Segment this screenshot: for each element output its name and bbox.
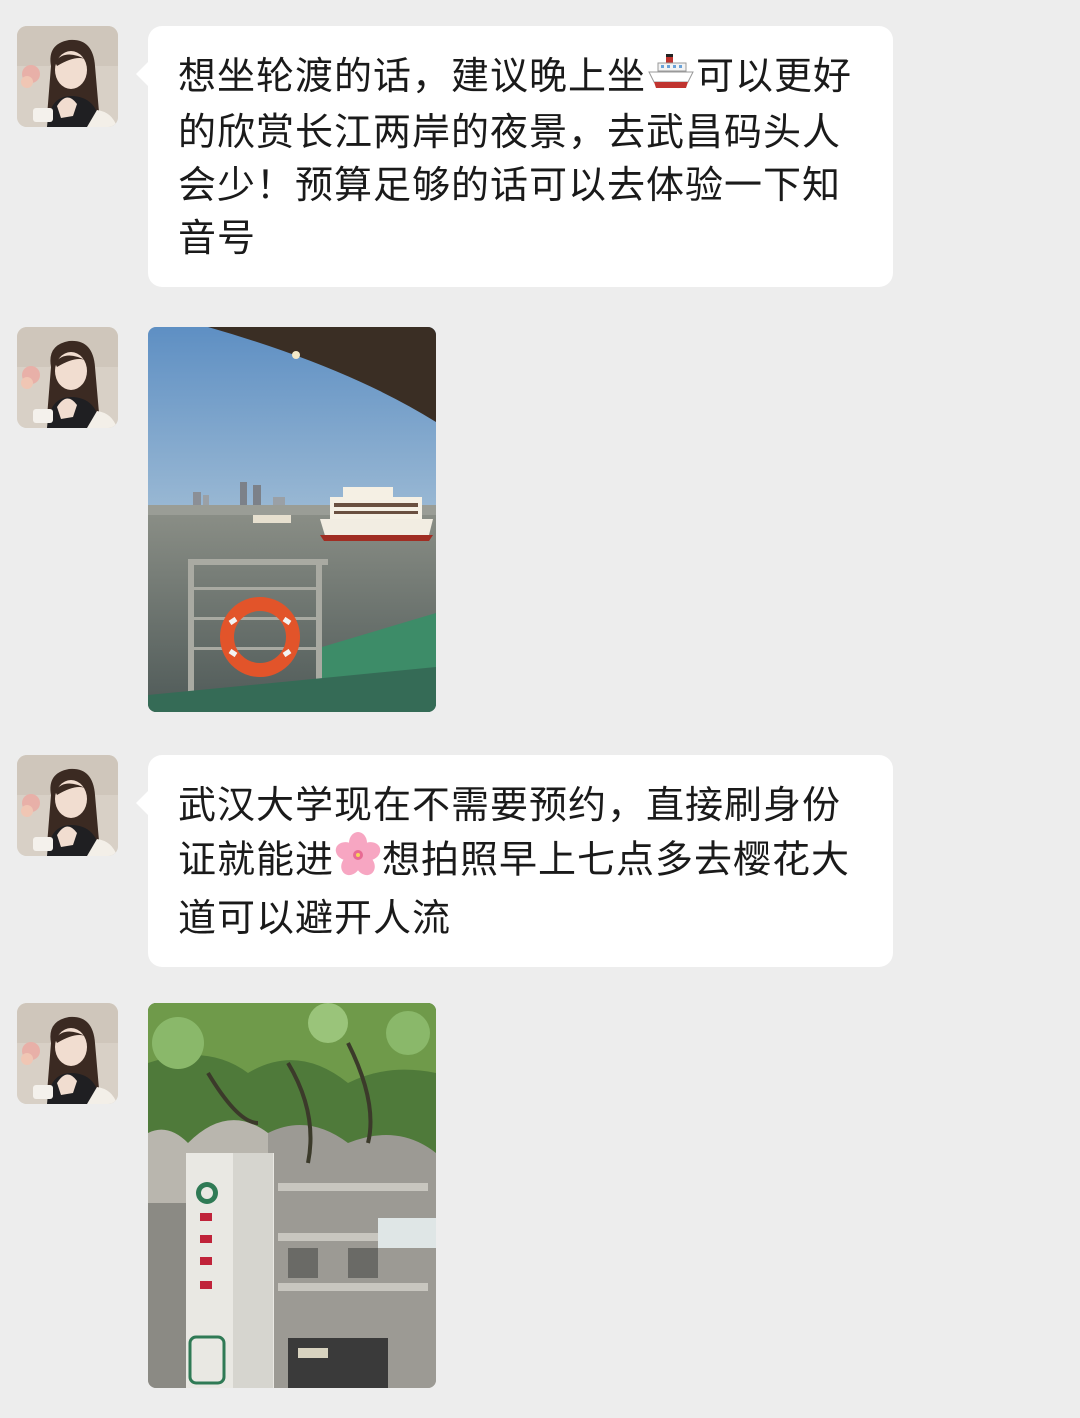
- cherry-blossom-icon: [334, 832, 382, 892]
- message-text: 武汉大学现在不需要预约，直接刷身份证就能进 想拍照早上七点多去樱花大道可以避开人流: [178, 783, 851, 940]
- avatar[interactable]: [17, 327, 118, 428]
- avatar[interactable]: [17, 755, 118, 856]
- message-text: 想坐轮渡的话，建议晚上坐 可以更好的欣赏长江两岸的夜景，去武昌码头人会少！预算足够…: [178, 50, 863, 265]
- wuhan-university-gate-photo[interactable]: [148, 1003, 436, 1388]
- message-bubble[interactable]: 想坐轮渡的话，建议晚上坐 可以更好的欣赏长江两岸的夜景，去武昌码头人会少！预算足够…: [136, 26, 893, 287]
- avatar[interactable]: [17, 1003, 118, 1104]
- ferry-on-yangtze-river-photo[interactable]: [148, 327, 436, 712]
- avatar[interactable]: [17, 26, 118, 127]
- ship-icon: [646, 52, 696, 106]
- message-bubble[interactable]: 武汉大学现在不需要预约，直接刷身份证就能进 想拍照早上七点多去樱花大道可以避开人流: [136, 755, 893, 967]
